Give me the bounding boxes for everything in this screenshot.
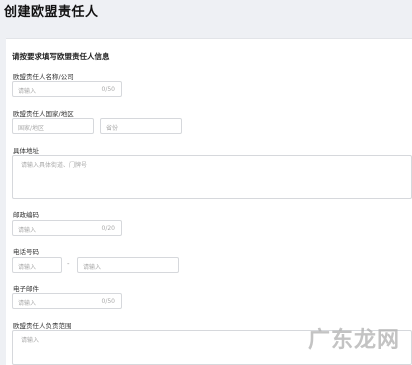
phone-label: 电话号码 bbox=[13, 248, 39, 256]
country-placeholder: 国家/地区 bbox=[18, 125, 45, 132]
postal-counter: 0/20 bbox=[101, 225, 115, 232]
name-input[interactable]: 请输入 0/50 bbox=[12, 81, 122, 97]
form-panel: 请按要求填写欧盟责任人信息 欧盟责任人名称/公司 请输入 0/50 欧盟责任人国… bbox=[6, 38, 412, 365]
email-placeholder: 请输入 bbox=[18, 300, 37, 307]
country-select[interactable]: 国家/地区 bbox=[12, 118, 94, 134]
phone-separator: - bbox=[67, 260, 70, 268]
postal-label: 邮政编码 bbox=[13, 211, 39, 219]
name-placeholder: 请输入 bbox=[18, 88, 37, 95]
scope-placeholder: 请输入 bbox=[21, 337, 40, 344]
phone-number-input[interactable]: 请输入 bbox=[77, 257, 179, 273]
email-label: 电子邮件 bbox=[13, 285, 39, 293]
watermark-logo: 广东龙网 bbox=[307, 327, 400, 353]
phone-code-input[interactable]: 请输入 bbox=[12, 257, 62, 273]
name-counter: 0/50 bbox=[101, 86, 115, 93]
address-placeholder: 请输入具体街道、门牌号 bbox=[21, 162, 88, 169]
phone-code-placeholder: 请输入 bbox=[18, 264, 37, 271]
region-label: 欧盟责任人国家/地区 bbox=[13, 110, 74, 118]
page-title: 创建欧盟责任人 bbox=[4, 5, 99, 20]
address-textarea[interactable]: 请输入具体街道、门牌号 bbox=[12, 155, 412, 199]
email-input[interactable]: 请输入 0/50 bbox=[12, 293, 122, 309]
phone-number-placeholder: 请输入 bbox=[83, 264, 102, 271]
postal-input[interactable]: 请输入 0/20 bbox=[12, 220, 122, 236]
province-select[interactable]: 省份 bbox=[100, 118, 182, 134]
scope-label: 欧盟责任人负责范围 bbox=[13, 322, 72, 330]
name-label: 欧盟责任人名称/公司 bbox=[13, 73, 74, 81]
postal-placeholder: 请输入 bbox=[18, 227, 37, 234]
section-title: 请按要求填写欧盟责任人信息 bbox=[12, 52, 110, 61]
province-placeholder: 省份 bbox=[106, 125, 119, 132]
email-counter: 0/50 bbox=[101, 298, 115, 305]
address-label: 具体地址 bbox=[13, 147, 39, 155]
